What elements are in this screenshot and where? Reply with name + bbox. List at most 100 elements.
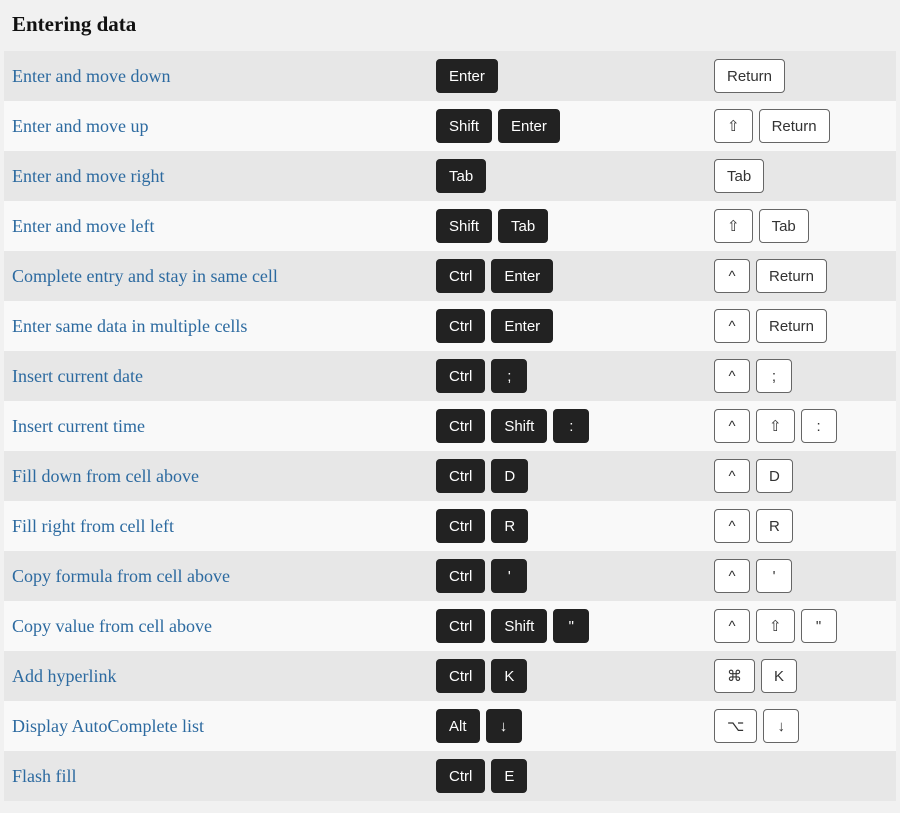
shortcut-link[interactable]: Insert current time — [12, 416, 145, 436]
shortcut-link[interactable]: Enter and move left — [12, 216, 154, 236]
table-row: Enter and move right Tab Tab — [4, 151, 896, 201]
key-mac: ⇧ — [756, 609, 795, 643]
mac-keys: Tab — [714, 159, 896, 193]
key-mac: ^ — [714, 559, 750, 593]
windows-keys: CtrlR — [436, 509, 714, 543]
key-mac: ^ — [714, 609, 750, 643]
key-mac: ⇧ — [714, 109, 753, 143]
mac-keys: ^D — [714, 459, 896, 493]
table-row: Fill down from cell aboveCtrlD^D — [4, 451, 896, 501]
key-mac: ; — [756, 359, 792, 393]
key-mac: R — [756, 509, 793, 543]
table-row: Complete entry and stay in same cell Ctrl… — [4, 251, 896, 301]
key-windows: Alt — [436, 709, 480, 743]
windows-keys: ShiftTab — [436, 209, 714, 243]
shortcut-link[interactable]: Complete entry and stay in same cell — [12, 266, 278, 286]
table-row: Enter same data in multiple cells CtrlEnt… — [4, 301, 896, 351]
key-windows: Ctrl — [436, 759, 485, 793]
mac-keys: ⇧Return — [714, 109, 896, 143]
key-windows: Ctrl — [436, 559, 485, 593]
windows-keys: CtrlEnter — [436, 259, 714, 293]
key-mac: ^ — [714, 259, 750, 293]
shortcut-link[interactable]: Enter and move down — [12, 66, 170, 86]
mac-keys: ⇧Tab — [714, 209, 896, 243]
mac-keys: ⌥↓ — [714, 709, 896, 743]
windows-keys: CtrlE — [436, 759, 714, 793]
key-windows: E — [491, 759, 527, 793]
shortcut-link[interactable]: Copy value from cell above — [12, 616, 212, 636]
table-row: Copy value from cell aboveCtrlShift"^⇧" — [4, 601, 896, 651]
key-windows: Ctrl — [436, 659, 485, 693]
mac-keys: ^; — [714, 359, 896, 393]
shortcut-link[interactable]: Enter and move up — [12, 116, 148, 136]
table-row: Display AutoComplete listAlt↓⌥↓ — [4, 701, 896, 751]
key-windows: ; — [491, 359, 527, 393]
key-mac: D — [756, 459, 793, 493]
key-mac: Return — [756, 309, 827, 343]
key-windows: Ctrl — [436, 459, 485, 493]
key-mac: ↓ — [763, 709, 799, 743]
windows-keys: Tab — [436, 159, 714, 193]
key-mac: ^ — [714, 309, 750, 343]
table-row: Flash fill CtrlE — [4, 751, 896, 801]
key-mac: ⌥ — [714, 709, 757, 743]
key-windows: Ctrl — [436, 409, 485, 443]
key-mac: ^ — [714, 459, 750, 493]
key-mac: Tab — [759, 209, 809, 243]
windows-keys: ShiftEnter — [436, 109, 714, 143]
key-windows: Ctrl — [436, 509, 485, 543]
table-row: Enter and move up ShiftEnter⇧Return — [4, 101, 896, 151]
key-mac: " — [801, 609, 837, 643]
windows-keys: CtrlEnter — [436, 309, 714, 343]
key-windows: Shift — [436, 209, 492, 243]
table-row: Insert current dateCtrl;^; — [4, 351, 896, 401]
key-windows: Tab — [436, 159, 486, 193]
table-row: Enter and move down Enter Return — [4, 51, 896, 101]
windows-keys: CtrlShift: — [436, 409, 714, 443]
windows-keys: Alt↓ — [436, 709, 714, 743]
key-windows: Tab — [498, 209, 548, 243]
key-windows: " — [553, 609, 589, 643]
table-row: Insert current time CtrlShift:^⇧: — [4, 401, 896, 451]
table-row: Enter and move leftShiftTab⇧Tab — [4, 201, 896, 251]
mac-keys: Return — [714, 59, 896, 93]
key-windows: Ctrl — [436, 609, 485, 643]
key-windows: Enter — [436, 59, 498, 93]
key-windows: Enter — [491, 309, 553, 343]
key-windows: D — [491, 459, 528, 493]
windows-keys: CtrlShift" — [436, 609, 714, 643]
mac-keys: ^⇧: — [714, 409, 896, 443]
key-mac: ^ — [714, 509, 750, 543]
shortcut-link[interactable]: Enter same data in multiple cells — [12, 316, 247, 336]
shortcut-link[interactable]: Fill down from cell above — [12, 466, 199, 486]
key-windows: Ctrl — [436, 259, 485, 293]
table-row: Add hyperlinkCtrlK⌘K — [4, 651, 896, 701]
key-windows: Shift — [491, 409, 547, 443]
key-mac: Tab — [714, 159, 764, 193]
section-title: Entering data — [12, 12, 896, 37]
key-mac: K — [761, 659, 797, 693]
key-windows: R — [491, 509, 528, 543]
shortcut-link[interactable]: Insert current date — [12, 366, 143, 386]
mac-keys: ⌘K — [714, 659, 896, 693]
key-windows: K — [491, 659, 527, 693]
key-mac: ⇧ — [714, 209, 753, 243]
shortcut-link[interactable]: Fill right from cell left — [12, 516, 174, 536]
key-mac: ^ — [714, 359, 750, 393]
table-row: Copy formula from cell aboveCtrl'^' — [4, 551, 896, 601]
key-mac: Return — [714, 59, 785, 93]
shortcut-table: Enter and move downEnterReturnEnter and … — [4, 51, 896, 801]
shortcut-link[interactable]: Flash fill — [12, 766, 77, 786]
key-windows: ↓ — [486, 709, 522, 743]
key-windows: ' — [491, 559, 527, 593]
key-windows: Ctrl — [436, 309, 485, 343]
key-windows: Ctrl — [436, 359, 485, 393]
shortcut-link[interactable]: Enter and move right — [12, 166, 164, 186]
shortcut-link[interactable]: Add hyperlink — [12, 666, 116, 686]
mac-keys: ^Return — [714, 259, 896, 293]
shortcut-link[interactable]: Display AutoComplete list — [12, 716, 204, 736]
shortcut-link[interactable]: Copy formula from cell above — [12, 566, 230, 586]
windows-keys: CtrlD — [436, 459, 714, 493]
key-mac: Return — [756, 259, 827, 293]
mac-keys: ^R — [714, 509, 896, 543]
